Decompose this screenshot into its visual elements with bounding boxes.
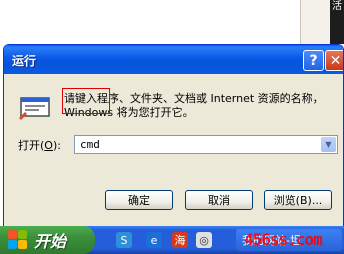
open-label-prefix: 打开(: [18, 139, 45, 152]
watermark-text: 456ss.com: [244, 230, 323, 249]
run-dialog: 运行 ? ✕ 请键入程序、文件夹、文档或 Internet 资源的名称，Wind…: [3, 44, 344, 227]
dialog-body: 请键入程序、文件夹、文档或 Internet 资源的名称，Windows 将为您…: [4, 74, 343, 226]
run-program-icon: [19, 97, 50, 120]
dialog-title: 运行: [12, 54, 37, 68]
open-label: 打开(O):: [18, 137, 61, 153]
cancel-button[interactable]: 取消: [185, 190, 253, 210]
browse-button[interactable]: 浏览(B)...: [264, 190, 332, 210]
windows-logo-icon: [8, 230, 28, 250]
quicklaunch-sogou-icon[interactable]: S: [116, 232, 132, 248]
background-dark-panel: 活: [330, 0, 344, 44]
open-label-suffix: ):: [52, 139, 61, 152]
start-button[interactable]: 开始: [0, 226, 95, 254]
quicklaunch-media-icon[interactable]: ◎: [196, 232, 212, 248]
close-button[interactable]: ✕: [325, 50, 343, 71]
open-combobox[interactable]: cmd ▼: [74, 135, 338, 154]
open-input[interactable]: cmd: [80, 138, 100, 151]
open-label-hotkey: O: [44, 139, 53, 152]
ok-button[interactable]: 确定: [105, 190, 173, 210]
start-label: 开始: [34, 232, 67, 251]
title-bar[interactable]: 运行 ? ✕: [4, 45, 343, 74]
internet-explorer-icon[interactable]: e: [146, 232, 162, 248]
help-icon: ?: [309, 52, 318, 69]
quicklaunch-app-icon[interactable]: 海: [172, 232, 188, 248]
close-icon: ✕: [329, 52, 342, 69]
desktop-background: [0, 0, 344, 44]
help-button[interactable]: ?: [303, 50, 324, 71]
background-char: 活: [332, 1, 342, 12]
chevron-down-icon[interactable]: ▼: [321, 137, 336, 152]
dialog-description: 请键入程序、文件夹、文档或 Internet 资源的名称，Windows 将为您…: [64, 92, 324, 119]
